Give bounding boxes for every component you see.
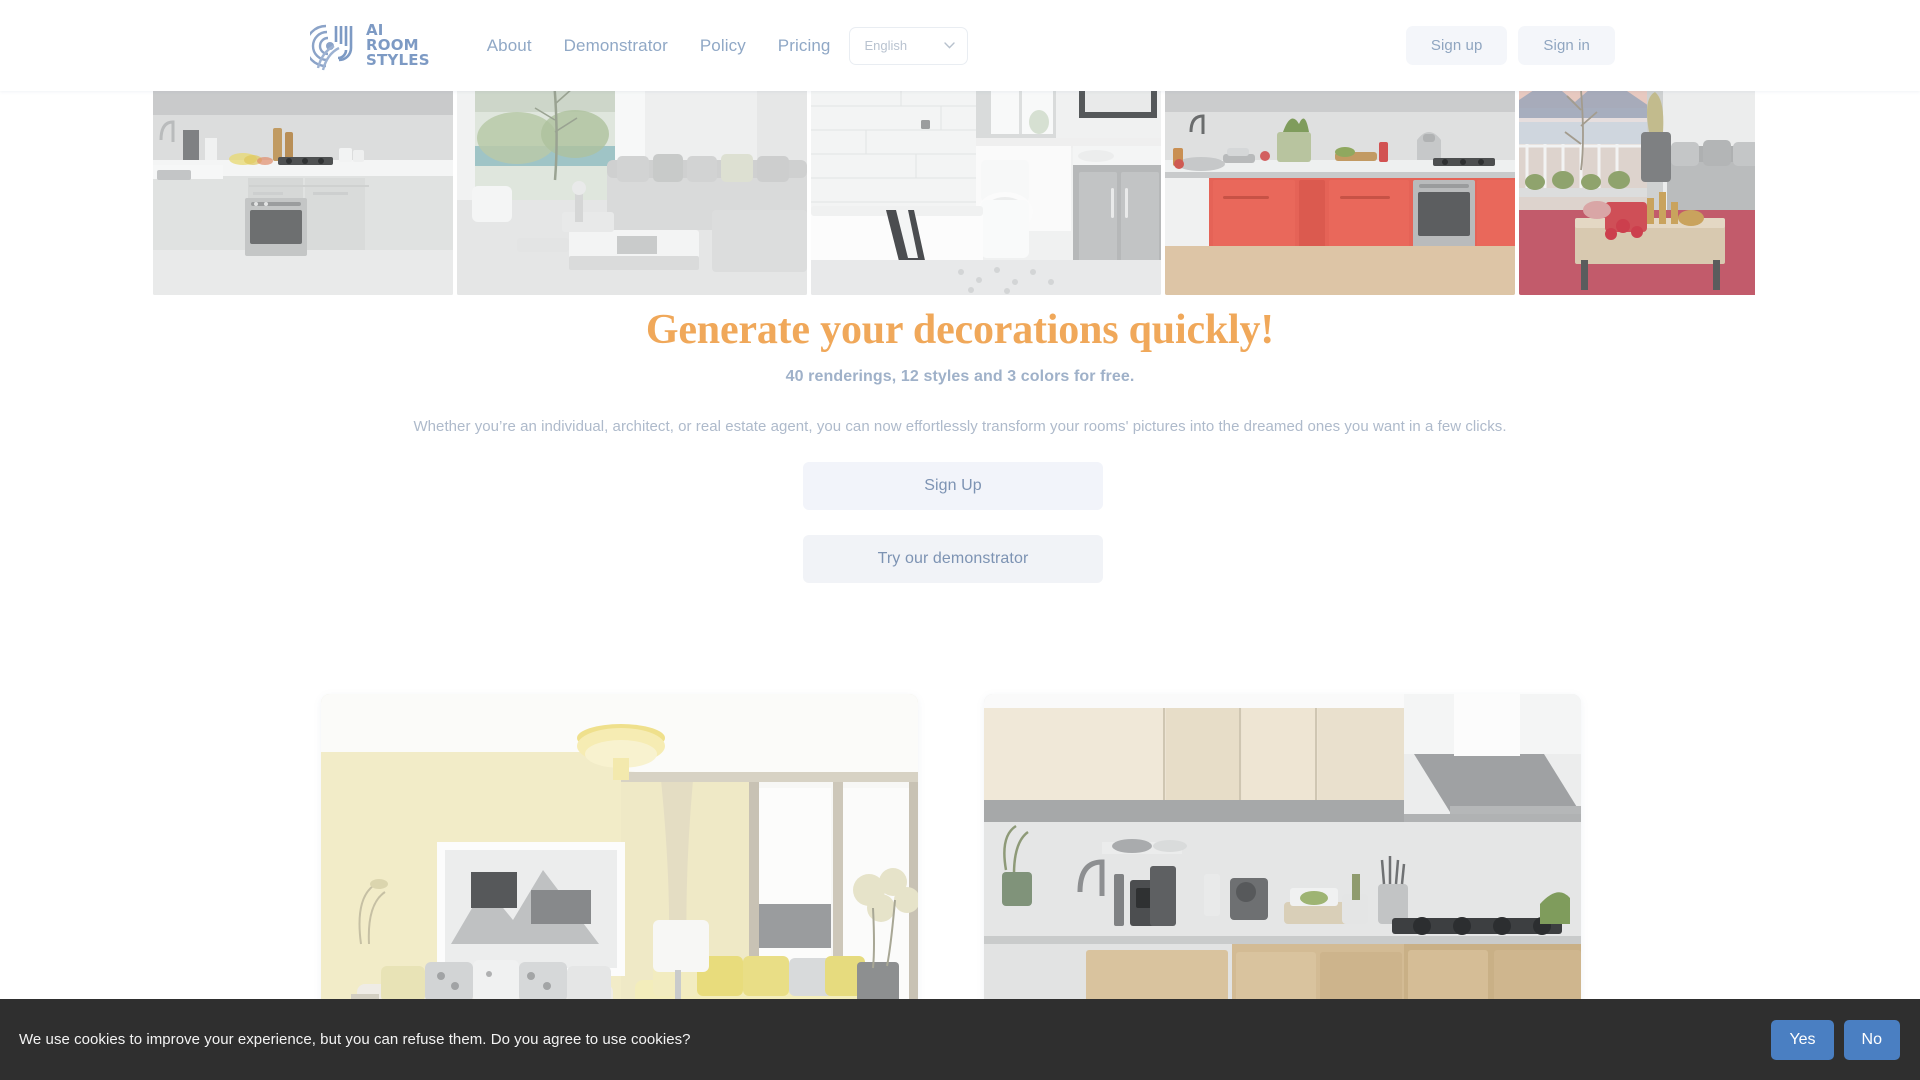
hero-image-balcony-room <box>1519 60 1755 295</box>
sign-up-button[interactable]: Sign up <box>1405 26 1508 65</box>
hero-subtitle: 40 renderings, 12 styles and 3 colors fo… <box>785 368 1135 385</box>
language-value: English <box>864 38 908 53</box>
logo[interactable]: AI ROOM STYLES <box>310 18 430 74</box>
page-title: Generate your decorations quickly! <box>645 307 1275 353</box>
cookie-accept-button[interactable]: Yes <box>1771 1019 1834 1060</box>
try-demonstrator-button[interactable]: Try our demonstrator <box>803 535 1103 583</box>
hero-image-living-room <box>457 60 807 295</box>
cta-buttons: Sign Up Try our demonstrator <box>803 462 1103 583</box>
auth-buttons: Sign up Sign in <box>1405 26 1615 65</box>
nav-item-policy[interactable]: Policy <box>700 36 746 56</box>
sign-up-cta-button[interactable]: Sign Up <box>803 462 1103 510</box>
hero-image-bathroom <box>811 60 1161 295</box>
cookie-actions: Yes No <box>1771 1019 1900 1060</box>
cookie-decline-button[interactable]: No <box>1843 1019 1900 1060</box>
hero-image-red-kitchen <box>1165 60 1515 295</box>
main-navigation: About Demonstrator Policy Pricing <box>487 36 831 56</box>
hero-description: Whether you’re an individual, architect,… <box>413 418 1507 435</box>
cookie-banner: We use cookies to improve your experienc… <box>0 999 1920 1080</box>
nav-item-pricing[interactable]: Pricing <box>778 36 831 56</box>
sign-in-button[interactable]: Sign in <box>1518 26 1615 65</box>
landing-page: AI ROOM STYLES About Demonstrator Policy… <box>0 0 1920 1080</box>
chevron-down-icon <box>944 42 956 49</box>
logo-line-3: STYLES <box>366 51 430 69</box>
airoomstyles-logo-icon <box>310 24 353 70</box>
hero-image-white-kitchen <box>153 60 453 295</box>
nav-item-demonstrator[interactable]: Demonstrator <box>564 36 668 56</box>
hero-image-strip <box>153 60 1755 295</box>
site-header: AI ROOM STYLES About Demonstrator Policy… <box>0 0 1920 91</box>
logo-text: AI ROOM STYLES <box>366 23 430 68</box>
language-selector[interactable]: English <box>849 26 969 65</box>
cookie-message: We use cookies to improve your experienc… <box>19 1031 691 1048</box>
nav-item-about[interactable]: About <box>487 36 532 56</box>
